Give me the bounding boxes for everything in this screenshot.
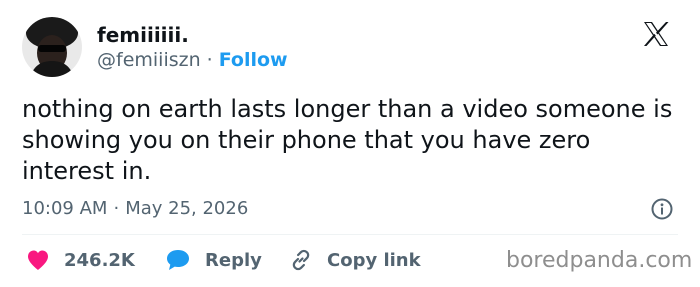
divider: [22, 234, 678, 235]
tweet-card: femiiiiii. @femiiiszn · Follow nothing on …: [0, 0, 700, 287]
tweet-time: 10:09 AM: [22, 198, 108, 219]
link-icon: [292, 249, 310, 271]
heart-icon: [28, 250, 48, 270]
copy-link-button[interactable]: Copy link: [289, 247, 421, 273]
tweet-text: nothing on earth lasts longer than a vid…: [22, 95, 673, 185]
handle-separator: ·: [206, 49, 213, 71]
info-icon[interactable]: [651, 198, 673, 220]
timestamp[interactable]: 10:09 AM · May 25, 2026: [22, 197, 248, 221]
handle-row: @femiiiszn · Follow: [97, 48, 288, 72]
avatar-photo: [22, 17, 82, 77]
speech-bubble-icon: [167, 250, 189, 270]
copy-link-label: Copy link: [327, 249, 421, 271]
like-count: 246.2K: [64, 249, 135, 271]
follow-button[interactable]: Follow: [219, 49, 288, 71]
tweet-date: May 25, 2026: [125, 198, 249, 219]
timestamp-separator: ·: [113, 198, 120, 219]
display-name[interactable]: femiiiiii.: [97, 22, 189, 48]
reply-label: Reply: [205, 249, 262, 271]
watermark: boredpanda.com: [506, 248, 693, 273]
reply-button[interactable]: Reply: [165, 247, 262, 273]
avatar[interactable]: [22, 17, 82, 77]
x-logo-icon[interactable]: [641, 19, 671, 49]
like-button[interactable]: 246.2K: [26, 247, 135, 273]
handle[interactable]: @femiiiszn: [97, 49, 201, 71]
